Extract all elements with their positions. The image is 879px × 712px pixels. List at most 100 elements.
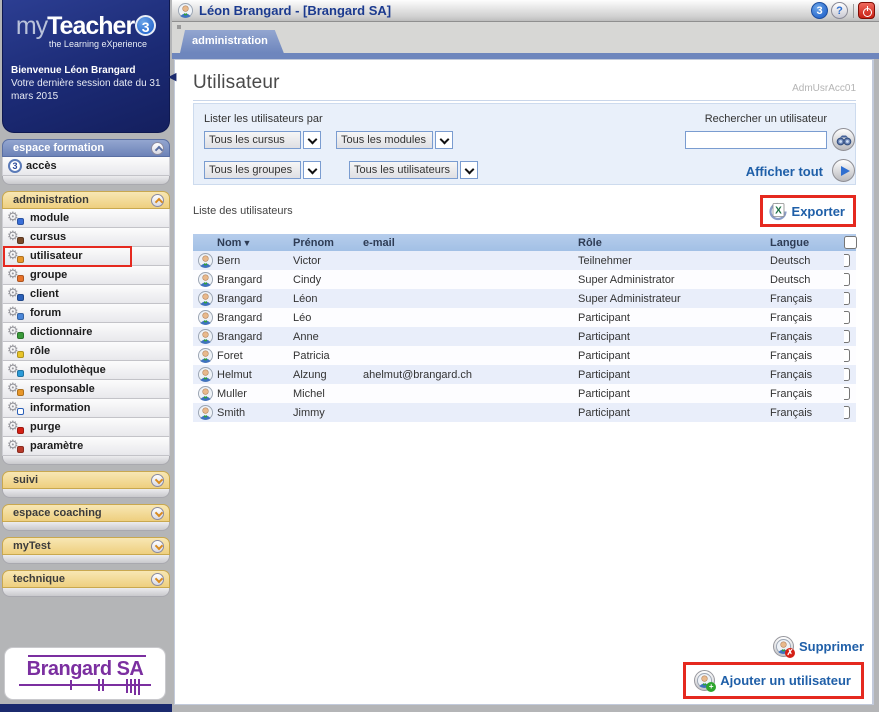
table-header: Nom▼ Prénom e-mail Rôle Langue (193, 234, 857, 251)
column-role[interactable]: Rôle (578, 237, 770, 249)
information-icon (7, 399, 26, 416)
sidebar-section-mytest[interactable]: myTest (2, 537, 170, 555)
sidebar-item-cursus[interactable]: cursus (2, 228, 170, 247)
row-checkbox[interactable] (844, 254, 850, 267)
cursus-icon (7, 228, 26, 245)
sidebar-item-client[interactable]: client (2, 285, 170, 304)
help-icon[interactable]: ? (831, 2, 848, 19)
sidebar-item-parametre[interactable]: paramètre (2, 437, 170, 456)
app-logo: myTeacher 3 (11, 12, 161, 41)
chevron-down-icon[interactable] (435, 131, 453, 149)
user-avatar-icon (198, 348, 213, 363)
show-all-link[interactable]: Afficher tout (746, 164, 823, 179)
logo-my: my (15, 12, 48, 40)
sidebar-item-purge[interactable]: purge (2, 418, 170, 437)
row-checkbox[interactable] (844, 387, 850, 400)
chevron-down-icon[interactable] (303, 131, 321, 149)
group-icon (7, 266, 26, 283)
chevron-down-icon[interactable] (151, 539, 164, 553)
chevron-down-icon[interactable] (151, 473, 164, 487)
page-title: Utilisateur (193, 72, 280, 93)
access-3-icon: 3 (8, 159, 22, 173)
chevron-down-icon[interactable] (151, 572, 164, 586)
chevron-down-icon[interactable] (460, 161, 478, 179)
row-checkbox[interactable] (844, 406, 850, 419)
chevron-up-icon[interactable] (151, 141, 164, 155)
add-user-icon: + (694, 670, 717, 692)
sidebar-section-administration[interactable]: administration (2, 191, 170, 209)
section-footer (2, 489, 170, 498)
logo-version-badge: 3 (135, 15, 157, 36)
sidebar-section-espace-coaching[interactable]: espace coaching (2, 504, 170, 522)
sidebar-item-groupe[interactable]: groupe (2, 266, 170, 285)
sidebar-item-responsable[interactable]: responsable (2, 380, 170, 399)
row-checkbox[interactable] (844, 292, 850, 305)
column-email[interactable]: e-mail (363, 237, 578, 249)
search-user-input[interactable] (685, 131, 827, 149)
dropdown-utilisateurs[interactable]: Tous les utilisateurs (349, 161, 478, 179)
content-panel: ◀ Utilisateur AdmUsrAcc01 Lister les uti… (168, 59, 874, 705)
table-row[interactable]: Brangard Cindy Super Administrator Deuts… (193, 270, 856, 289)
row-checkbox[interactable] (844, 349, 850, 362)
section-footer (2, 588, 170, 597)
search-binoculars-button[interactable] (832, 128, 855, 151)
row-checkbox[interactable] (844, 330, 850, 343)
user-avatar-icon (198, 367, 213, 382)
section-footer (2, 555, 170, 564)
tab-administration[interactable]: administration (180, 30, 284, 53)
company-logo: Brangard SA (4, 647, 166, 700)
column-prenom[interactable]: Prénom (293, 237, 363, 249)
user-table: Nom▼ Prénom e-mail Rôle Langue Bern Vict… (193, 234, 857, 422)
play-icon (840, 165, 850, 176)
table-row[interactable]: Foret Patricia Participant Français (193, 346, 856, 365)
sidebar-section-suivi[interactable]: suivi (2, 471, 170, 489)
table-row[interactable]: Smith Jimmy Participant Français (193, 403, 856, 422)
export-button[interactable]: Exporter (759, 195, 856, 227)
dictionary-icon (7, 323, 26, 340)
column-langue[interactable]: Langue (770, 237, 844, 249)
logo-teacher: Teacher (47, 12, 135, 40)
row-checkbox[interactable] (844, 273, 850, 286)
sidebar: myTeacher 3 the Learning eXperience Bienv… (0, 0, 172, 712)
table-row[interactable]: Muller Michel Participant Français (193, 384, 856, 403)
sidebar-item-acces[interactable]: 3 accès (2, 157, 170, 176)
chevron-up-icon[interactable] (151, 193, 164, 207)
chevron-down-icon[interactable] (303, 161, 321, 179)
table-row[interactable]: Brangard Léon Super Administrateur Franç… (193, 289, 856, 308)
table-row[interactable]: Brangard Léo Participant Français (193, 308, 856, 327)
row-checkbox[interactable] (844, 368, 850, 381)
sidebar-item-forum[interactable]: forum (2, 304, 170, 323)
table-row[interactable]: Bern Victor Teilnehmer Deutsch (193, 251, 856, 270)
sidebar-item-role[interactable]: rôle (2, 342, 170, 361)
delete-user-button[interactable]: ✗ Supprimer (772, 636, 864, 658)
show-all-button[interactable] (832, 159, 855, 182)
sidebar-item-utilisateur[interactable]: utilisateur (2, 246, 170, 267)
sidebar-item-information[interactable]: information (2, 399, 170, 418)
sidebar-item-modulotheque[interactable]: modulothèque (2, 361, 170, 380)
table-row[interactable]: Helmut Alzung ahelmut@brangard.ch Partic… (193, 365, 856, 384)
column-nom[interactable]: Nom▼ (217, 237, 293, 249)
client-icon (7, 285, 26, 302)
user-avatar-icon (198, 272, 213, 287)
library-icon (7, 361, 26, 378)
sidebar-section-technique[interactable]: technique (2, 570, 170, 588)
window-title: Léon Brangard - [Brangard SA] (199, 3, 392, 18)
chevron-down-icon[interactable] (151, 506, 164, 520)
dropdown-modules[interactable]: Tous les modules (336, 131, 453, 149)
sidebar-item-module[interactable]: module (2, 209, 170, 228)
list-label: Liste des utilisateurs (193, 205, 293, 217)
row-checkbox[interactable] (844, 311, 850, 324)
purge-icon (7, 418, 26, 435)
version-3-icon[interactable]: 3 (811, 2, 828, 19)
dropdown-groupes[interactable]: Tous les groupes (204, 161, 321, 179)
forum-icon (7, 304, 26, 321)
dropdown-cursus[interactable]: Tous les cursus (204, 131, 321, 149)
delete-user-icon: ✗ (772, 636, 795, 658)
user-avatar-icon (198, 253, 213, 268)
table-row[interactable]: Brangard Anne Participant Français (193, 327, 856, 346)
add-user-button[interactable]: + Ajouter un utilisateur (683, 662, 864, 699)
select-all-checkbox[interactable] (844, 236, 857, 249)
sidebar-item-dictionnaire[interactable]: dictionnaire (2, 323, 170, 342)
power-logout-icon[interactable] (858, 2, 875, 19)
sidebar-section-espace-formation[interactable]: espace formation (2, 139, 170, 157)
